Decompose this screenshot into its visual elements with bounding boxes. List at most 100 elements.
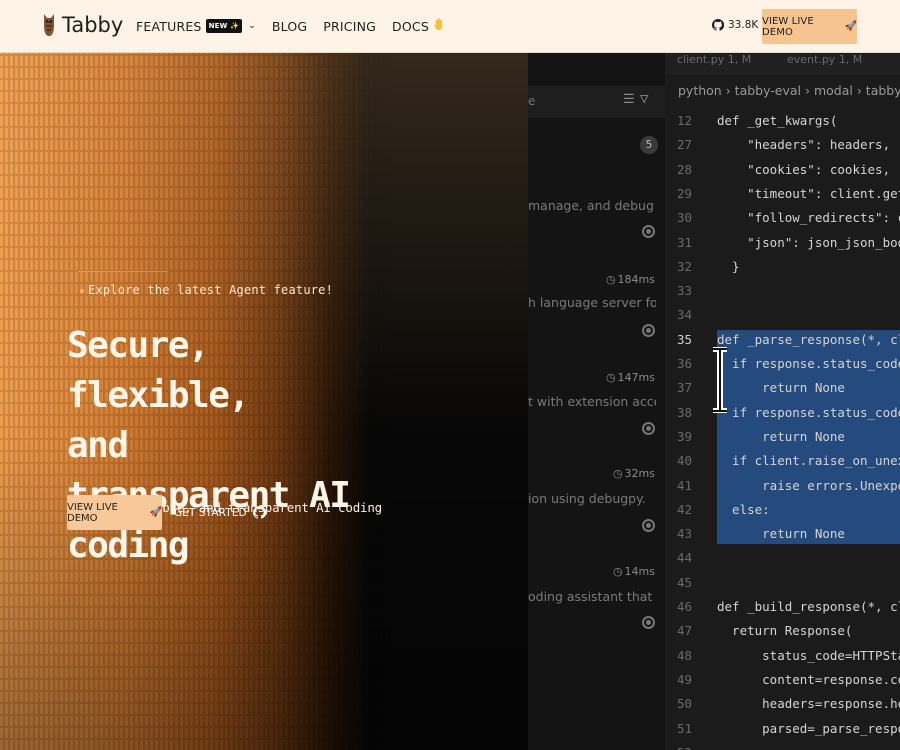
- clock-icon: ◷: [605, 371, 616, 384]
- view-live-demo-label: VIEW LIVE DEMO: [762, 15, 814, 38]
- code-line: return Response(: [717, 623, 853, 639]
- line-number: 32: [676, 258, 692, 274]
- code-line: "json": json_json_body,: [717, 234, 900, 250]
- code-line: "headers": headers,: [717, 137, 891, 153]
- extension-timing-value: 147ms: [617, 371, 655, 384]
- nav-pricing[interactable]: PRICING: [323, 19, 376, 34]
- extension-timing-value: 184ms: [617, 273, 655, 286]
- code-line: return None: [717, 380, 845, 396]
- filter-icon[interactable]: ▽: [640, 91, 648, 107]
- gear-icon[interactable]: [642, 422, 655, 435]
- line-number: 44: [676, 550, 692, 566]
- line-number: 36: [676, 356, 692, 371]
- editor-tab[interactable]: client.py 1, M: [677, 53, 751, 66]
- code-line: "cookies": cookies,: [717, 161, 891, 177]
- code-line: return None: [717, 526, 845, 542]
- code-line: else:: [717, 501, 770, 517]
- get-started-label: GET STARTED: [174, 506, 247, 519]
- extensions-search-bar[interactable]: e ☰ ▽: [528, 86, 665, 118]
- nav-features[interactable]: FEATURES NEW ✨ ⌄: [136, 19, 256, 34]
- extensions-search-text: e: [528, 94, 536, 108]
- editor-tab[interactable]: event.py 1, M: [787, 53, 862, 66]
- nav-blog[interactable]: BLOG: [272, 19, 307, 34]
- view-live-demo-button[interactable]: VIEW LIVE DEMO 🚀: [762, 9, 857, 44]
- gear-icon[interactable]: [642, 616, 655, 629]
- hero-view-live-demo-button[interactable]: VIEW LIVE DEMO 🚀: [67, 495, 162, 530]
- extension-description: manage, and debug cont...: [528, 198, 656, 213]
- extension-item[interactable]: ◷14ms oding assistant that ca...: [528, 543, 665, 641]
- tabby-cat-icon: [44, 14, 54, 36]
- code-line: status_code=HTTPStatus(re: [762, 647, 900, 663]
- gear-icon[interactable]: [642, 324, 655, 337]
- line-number: 42: [676, 501, 692, 517]
- top-navigation: Tabby FEATURES NEW ✨ ⌄ BLOG PRICING DOCS…: [0, 0, 900, 53]
- extension-description: h language server for Py...: [528, 295, 656, 310]
- extension-item[interactable]: ◷ 32ms ion using debugpy.: [528, 445, 665, 543]
- code-line: parsed=_parse_response(c: [762, 720, 900, 736]
- line-number: 49: [676, 671, 692, 687]
- rocket-icon: 🚀: [149, 507, 162, 518]
- extension-description: oding assistant that ca...: [528, 589, 656, 604]
- sparkle-icon: [80, 288, 84, 293]
- github-stars[interactable]: 33.8K: [712, 19, 758, 31]
- code-line: if response.status_code == HT: [732, 356, 900, 371]
- line-number: 27: [676, 137, 692, 153]
- clock-icon: ◷: [612, 565, 623, 578]
- github-icon: [252, 506, 266, 519]
- line-number: 37: [676, 380, 692, 396]
- code-line: def _parse_response(*, client: C: [717, 331, 900, 347]
- line-number: 28: [676, 161, 692, 177]
- gear-icon[interactable]: [642, 225, 655, 238]
- nav-pricing-label: PRICING: [323, 18, 377, 34]
- code-line: "follow_redirects": clie: [747, 210, 900, 226]
- line-number: 35: [676, 331, 692, 347]
- code-line: def _get_kwargs(: [717, 113, 838, 128]
- line-number: 34: [676, 307, 692, 323]
- nav-docs[interactable]: DOCS: [392, 18, 444, 34]
- line-number: 50: [676, 696, 692, 712]
- code-area[interactable]: 12 def _get_kwargs(27 "headers": headers,…: [665, 108, 900, 750]
- line-number: 31: [676, 234, 692, 250]
- line-number: 47: [676, 623, 692, 639]
- line-number: 38: [676, 404, 692, 420]
- clock-icon: ◷: [605, 273, 616, 286]
- get-started-button[interactable]: GET STARTED: [174, 495, 266, 530]
- clear-filter-icon[interactable]: ☰: [623, 92, 635, 107]
- line-number: 29: [676, 185, 692, 201]
- hand-wave-icon: [433, 18, 444, 34]
- extension-description: ion using debugpy.: [528, 491, 646, 506]
- extensions-panel: e ☰ ▽ 5 manage, and debug cont... ◷184ms…: [528, 53, 665, 750]
- hero-section: e ☰ ▽ 5 manage, and debug cont... ◷184ms…: [0, 53, 900, 750]
- extension-timing: ◷ 147ms: [606, 371, 655, 384]
- extension-timing-value: 14ms: [624, 565, 655, 578]
- text-cursor-icon: [713, 347, 727, 413]
- nav-docs-label: DOCS: [392, 18, 429, 34]
- extension-item[interactable]: ◷184ms h language server for Py...: [528, 249, 665, 347]
- breadcrumb: python › tabby-eval › modal › tabby_pyth…: [678, 83, 900, 98]
- line-number: 39: [676, 428, 692, 444]
- code-line: if client.raise_on_unexpecte: [732, 453, 900, 469]
- extension-description: t with extension access ...: [528, 394, 656, 409]
- line-number: 41: [676, 477, 692, 493]
- announcement-link[interactable]: Explore the latest Agent feature!: [77, 271, 333, 297]
- line-number: 45: [676, 574, 692, 590]
- code-line: content=response.content: [762, 671, 900, 687]
- code-line: "timeout": client.get_ti: [747, 185, 900, 201]
- hero-title: Secure, flexible, and transparent AI cod…: [67, 321, 367, 571]
- chevron-down-icon[interactable]: ⌄: [248, 21, 256, 31]
- code-line: return None: [717, 428, 845, 444]
- hero-view-live-demo-label: VIEW LIVE DEMO: [67, 501, 118, 524]
- extension-item[interactable]: manage, and debug cont...: [528, 151, 665, 249]
- nav-blog-label: BLOG: [271, 18, 308, 34]
- code-line: }: [717, 258, 740, 274]
- extension-item[interactable]: ◷147ms t with extension access ...: [528, 347, 665, 445]
- editor-tabs: client.py 1, M event.py 1, M: [665, 53, 900, 75]
- gear-icon[interactable]: [642, 519, 655, 532]
- code-line: def _build_response(*, client: C: [717, 599, 900, 614]
- nav-links: FEATURES NEW ✨ ⌄ BLOG PRICING DOCS: [136, 18, 460, 34]
- line-number: 48: [676, 647, 692, 663]
- code-line: headers=response.headers: [762, 696, 900, 712]
- new-badge: NEW ✨: [205, 19, 243, 33]
- logo[interactable]: Tabby: [42, 12, 123, 38]
- github-star-count: 33.8K: [728, 19, 759, 31]
